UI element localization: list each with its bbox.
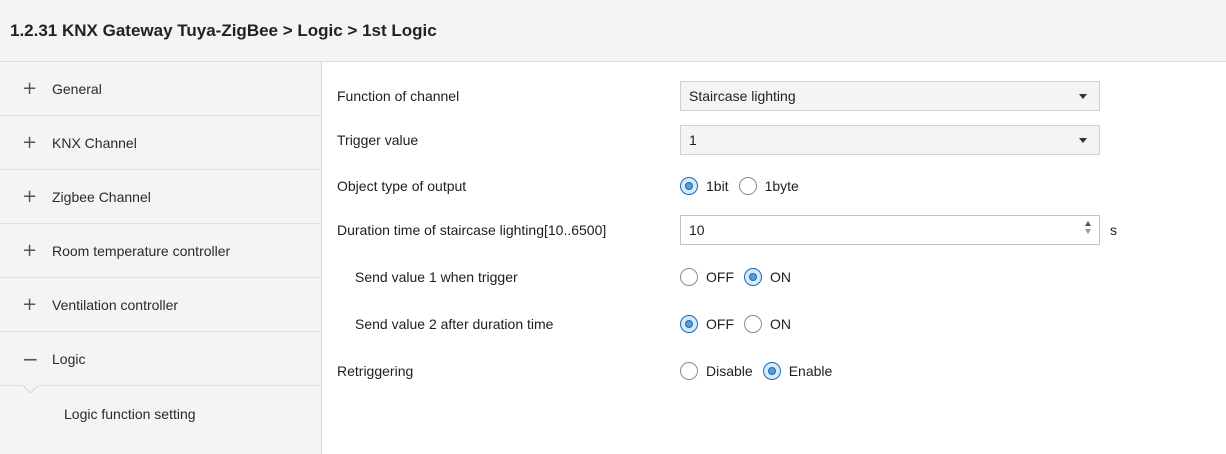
radio-unselected-icon: [680, 362, 698, 380]
duration-stepper[interactable]: 10: [680, 215, 1100, 245]
sidebar-item-room-temperature-controller[interactable]: + Room temperature controller: [0, 224, 321, 278]
radio-enable[interactable]: Enable: [762, 362, 833, 380]
sidebar-item-label: KNX Channel: [52, 134, 137, 151]
chevron-up-icon[interactable]: [1085, 221, 1091, 226]
radio-label: 1byte: [764, 178, 799, 194]
param-label: Function of channel: [337, 88, 460, 104]
param-row-send-value-2: Send value 2 after duration time OFF ON: [323, 299, 1226, 349]
radio-unselected-icon: [744, 315, 762, 333]
sidebar-item-knx-channel[interactable]: + KNX Channel: [0, 116, 321, 170]
function-of-channel-dropdown[interactable]: Staircase lighting: [680, 81, 1100, 111]
plus-icon: +: [22, 132, 38, 153]
radio-label: Disable: [706, 363, 753, 379]
radio-1bit[interactable]: 1bit: [680, 177, 729, 195]
radio-label: ON: [770, 269, 791, 285]
page-title: 1.2.31 KNX Gateway Tuya-ZigBee > Logic >…: [10, 20, 437, 40]
plus-icon: +: [22, 186, 38, 207]
plus-icon: +: [22, 240, 38, 261]
radio-on[interactable]: ON: [744, 268, 791, 286]
param-row-retriggering: Retriggering Disable Enable: [323, 346, 1226, 396]
sidebar-item-zigbee-channel[interactable]: + Zigbee Channel: [0, 170, 321, 224]
plus-icon: +: [22, 294, 38, 315]
sidebar-subitem-label: Logic function setting: [64, 406, 196, 422]
dropdown-value: Staircase lighting: [689, 88, 796, 104]
sidebar-item-label: Logic: [52, 350, 86, 367]
selection-notch: [22, 385, 38, 393]
radio-label: OFF: [706, 316, 734, 332]
chevron-down-icon: [1079, 94, 1087, 99]
radio-unselected-icon: [738, 177, 757, 195]
param-label: Send value 1 when trigger: [355, 269, 518, 285]
radio-selected-icon: [680, 177, 698, 195]
radio-selected-icon: [762, 362, 781, 380]
param-row-function-of-channel: Function of channel Staircase lighting: [323, 71, 1226, 121]
radio-unselected-icon: [680, 268, 698, 286]
minus-icon: −: [22, 346, 39, 371]
parameter-panel: Function of channel Staircase lighting T…: [323, 62, 1226, 454]
radio-off[interactable]: OFF: [680, 315, 734, 333]
param-label: Trigger value: [337, 132, 419, 148]
param-label: Send value 2 after duration time: [355, 316, 554, 332]
unit-label: s: [1110, 222, 1117, 238]
dropdown-value: 1: [689, 132, 697, 148]
sidebar-item-general[interactable]: + General: [0, 62, 321, 116]
param-label: Retriggering: [337, 363, 414, 379]
title-bar: 1.2.31 KNX Gateway Tuya-ZigBee > Logic >…: [0, 0, 1226, 62]
stepper-value: 10: [689, 222, 705, 238]
radio-off[interactable]: OFF: [680, 268, 734, 286]
sidebar-item-label: Ventilation controller: [52, 296, 179, 313]
plus-icon: +: [22, 78, 38, 99]
radio-label: OFF: [706, 269, 734, 285]
param-row-object-type: Object type of output 1bit 1byte: [323, 161, 1226, 211]
stepper-arrows[interactable]: [1085, 221, 1091, 234]
radio-1byte[interactable]: 1byte: [738, 177, 799, 195]
sidebar-item-label: Room temperature controller: [52, 242, 231, 259]
sidebar-item-label: General: [52, 80, 102, 97]
param-label: Duration time of staircase lighting[10..…: [337, 222, 607, 238]
sidebar-item-logic[interactable]: − Logic: [0, 332, 321, 386]
radio-selected-icon: [744, 268, 762, 286]
trigger-value-dropdown[interactable]: 1: [680, 125, 1100, 155]
chevron-down-icon[interactable]: [1085, 229, 1091, 234]
radio-disable[interactable]: Disable: [680, 362, 753, 380]
chevron-down-icon: [1079, 138, 1087, 143]
param-row-trigger-value: Trigger value 1: [323, 115, 1226, 165]
radio-label: Enable: [788, 363, 833, 379]
param-label: Object type of output: [337, 178, 467, 194]
sidebar: + General + KNX Channel + Zigbee Channel…: [0, 62, 322, 454]
sidebar-subitem-logic-function-setting[interactable]: Logic function setting: [0, 386, 321, 442]
radio-label: 1bit: [706, 178, 729, 194]
radio-on[interactable]: ON: [744, 315, 791, 333]
radio-selected-icon: [680, 315, 698, 333]
param-row-send-value-1: Send value 1 when trigger OFF ON: [323, 252, 1226, 302]
sidebar-item-label: Zigbee Channel: [52, 188, 151, 205]
sidebar-item-ventilation-controller[interactable]: + Ventilation controller: [0, 278, 321, 332]
radio-label: ON: [770, 316, 791, 332]
param-row-duration: Duration time of staircase lighting[10..…: [323, 205, 1226, 255]
